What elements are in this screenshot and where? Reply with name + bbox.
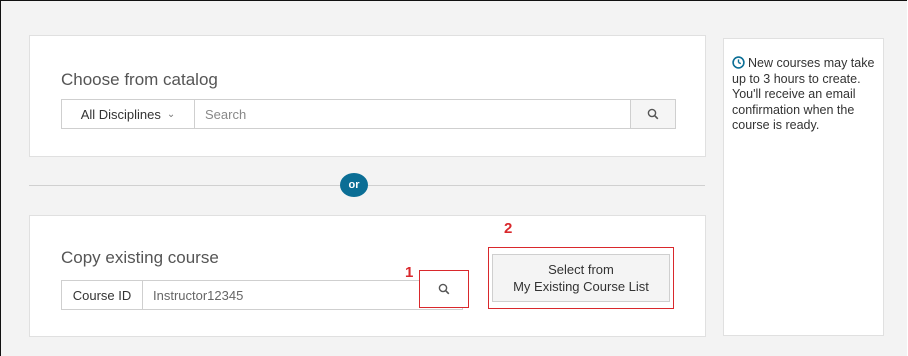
info-message-block: New courses may take up to 3 hours to cr… [732,56,877,134]
clock-icon [732,56,745,69]
copy-course-title: Copy existing course [61,248,219,267]
catalog-search-button[interactable] [630,100,675,128]
info-panel: New courses may take up to 3 hours to cr… [723,38,884,336]
search-icon [647,108,659,120]
course-id-label: Course ID [62,281,143,309]
chevron-down-icon: ⌄ [166,108,176,120]
or-badge: or [340,173,368,197]
info-message: New courses may take up to 3 hours to cr… [732,56,875,132]
select-existing-course-button[interactable]: Select from My Existing Course List [488,247,674,309]
course-id-input[interactable] [143,281,462,309]
annotation-marker-1: 1 [405,264,414,281]
select-existing-course-label: Select from My Existing Course List [492,254,670,302]
catalog-card: Choose from catalog All Disciplines ⌄ [29,35,706,157]
discipline-select-label: All Disciplines [80,106,161,122]
app-frame: Choose from catalog All Disciplines ⌄ or… [0,0,907,356]
select-existing-line-2: My Existing Course List [513,279,649,294]
catalog-title: Choose from catalog [61,70,218,89]
select-existing-line-1: Select from [548,262,614,277]
annotation-marker-2: 2 [504,220,513,237]
catalog-search-input[interactable] [195,100,630,128]
catalog-search-bar: All Disciplines ⌄ [61,99,676,129]
copy-course-card: Copy existing course Course ID Select fr… [29,215,706,337]
course-id-field-group: Course ID [61,280,463,310]
course-search-button[interactable] [419,270,469,308]
search-icon [438,283,450,295]
discipline-select[interactable]: All Disciplines ⌄ [62,100,195,128]
